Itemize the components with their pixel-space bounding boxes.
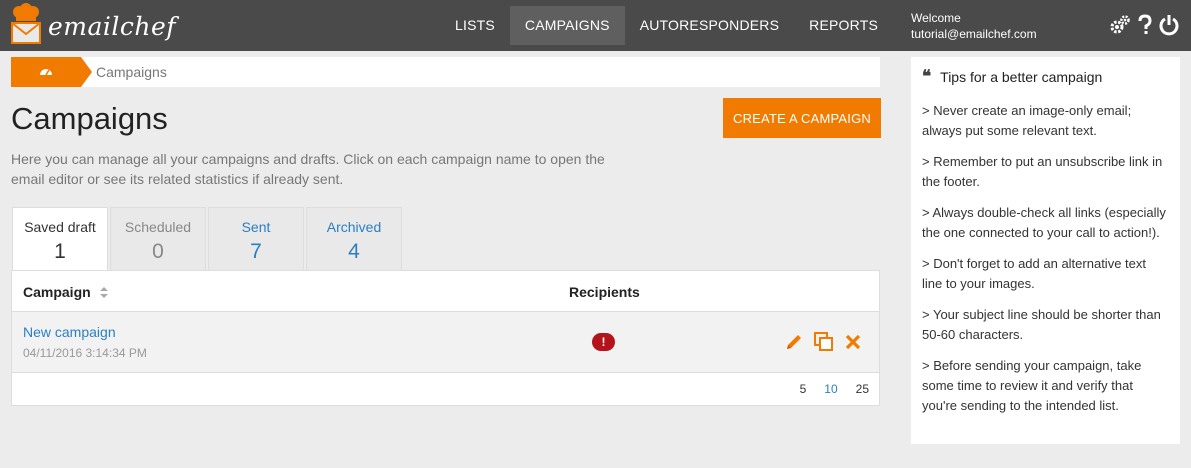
- tip-item: > Your subject line should be shorter th…: [922, 307, 1161, 342]
- tab-count: 0: [152, 240, 164, 263]
- campaign-tabs: Saved draft 1 Scheduled 0 Sent 7 Archive…: [12, 207, 404, 272]
- gears-icon[interactable]: [1109, 14, 1131, 36]
- logo[interactable]: emailchef: [10, 2, 177, 50]
- tab-label: Sent: [241, 219, 271, 235]
- breadcrumb-current: Campaigns: [96, 64, 167, 80]
- tab-scheduled[interactable]: Scheduled 0: [110, 207, 206, 270]
- help-icon[interactable]: [1137, 14, 1153, 36]
- power-icon[interactable]: [1159, 14, 1179, 36]
- chef-hat-envelope-icon: [10, 2, 42, 50]
- nav-autoresponders[interactable]: AUTORESPONDERS: [625, 6, 794, 45]
- edit-pencil-icon[interactable]: [785, 333, 803, 351]
- column-header-campaign[interactable]: Campaign: [23, 284, 108, 301]
- brand-name: emailchef: [48, 11, 177, 41]
- tip-item: > Don't forget to add an alternative tex…: [922, 256, 1146, 291]
- top-bar: emailchef LISTS CAMPAIGNS AUTORESPONDERS…: [0, 0, 1191, 51]
- page-title: Campaigns: [11, 101, 168, 136]
- nav-lists[interactable]: LISTS: [440, 6, 510, 45]
- table-row: New campaign 04/11/2016 3:14:34 PM !: [12, 312, 879, 373]
- tip-item: > Always double-check all links (especia…: [922, 205, 1166, 240]
- duplicate-icon[interactable]: [814, 332, 834, 352]
- sort-icon[interactable]: [99, 285, 108, 301]
- tab-count: 4: [348, 240, 360, 263]
- tab-sent[interactable]: Sent 7: [208, 207, 304, 270]
- page-size-selector: 5 10 25: [800, 382, 869, 396]
- page-intro: Here you can manage all your campaigns a…: [11, 151, 605, 187]
- nav-reports[interactable]: REPORTS: [794, 6, 893, 45]
- table-header: Campaign Recipients: [12, 271, 879, 312]
- top-icons: [1109, 14, 1179, 36]
- tip-item: > Never create an image-only email; alwa…: [922, 103, 1132, 138]
- create-campaign-button[interactable]: CREATE A CAMPAIGN: [723, 98, 881, 138]
- page-size-25[interactable]: 25: [856, 382, 869, 396]
- column-header-recipients: Recipients: [569, 284, 640, 300]
- tab-archived[interactable]: Archived 4: [306, 207, 402, 270]
- quote-icon: ❝: [922, 67, 932, 87]
- breadcrumb: Campaigns: [11, 57, 880, 87]
- delete-x-icon[interactable]: [845, 334, 861, 350]
- campaigns-table: Campaign Recipients New campaign 04/11/2…: [11, 270, 880, 406]
- row-actions: [785, 332, 861, 352]
- dashboard-icon: [39, 63, 53, 81]
- welcome-block: Welcome tutorial@emailchef.com: [911, 10, 1037, 42]
- tab-label: Saved draft: [24, 219, 96, 235]
- tips-header: ❝ Tips for a better campaign: [922, 67, 1169, 87]
- column-header-label: Campaign: [23, 284, 91, 300]
- page-size-5[interactable]: 5: [800, 382, 807, 396]
- tab-label: Archived: [326, 219, 382, 235]
- welcome-label: Welcome: [911, 11, 961, 25]
- main-nav: LISTS CAMPAIGNS AUTORESPONDERS REPORTS: [440, 6, 893, 45]
- breadcrumb-home[interactable]: [11, 57, 81, 87]
- breadcrumb-arrow: [81, 57, 92, 87]
- campaign-name-link[interactable]: New campaign: [23, 324, 116, 340]
- user-email: tutorial@emailchef.com: [911, 27, 1037, 41]
- recipients-warning-badge[interactable]: !: [592, 333, 615, 351]
- campaign-date: 04/11/2016 3:14:34 PM: [23, 346, 147, 360]
- nav-campaigns[interactable]: CAMPAIGNS: [509, 6, 625, 45]
- tip-item: > Remember to put an unsubscribe link in…: [922, 154, 1163, 189]
- tips-list: > Never create an image-only email; alwa…: [922, 101, 1169, 416]
- tips-panel: ❝ Tips for a better campaign > Never cre…: [911, 57, 1180, 444]
- tab-saved-draft[interactable]: Saved draft 1: [12, 207, 108, 272]
- tab-count: 1: [54, 240, 66, 263]
- tips-title: Tips for a better campaign: [940, 69, 1103, 85]
- tab-count: 7: [250, 240, 262, 263]
- tab-label: Scheduled: [124, 219, 192, 235]
- page-size-10[interactable]: 10: [824, 382, 837, 396]
- tip-item: > Before sending your campaign, take som…: [922, 358, 1142, 413]
